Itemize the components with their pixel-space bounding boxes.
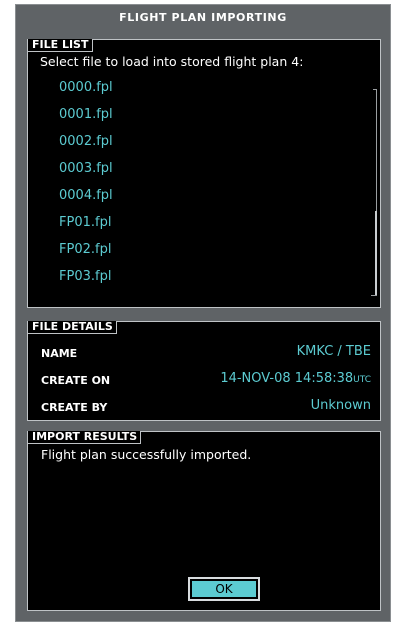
create-on-value: 14-NOV-08 14:58:38UTC (220, 371, 371, 386)
file-item-0002[interactable]: 0002.fpl (59, 134, 113, 149)
window-title: FLIGHT PLAN IMPORTING (119, 11, 287, 24)
create-by-value: Unknown (310, 398, 371, 413)
import-results-panel: IMPORT RESULTS Flight plan successfully … (27, 431, 381, 611)
ok-button[interactable]: OK (188, 577, 260, 601)
file-item-0000[interactable]: 0000.fpl (59, 80, 113, 95)
file-list-panel: FILE LIST Select file to load into store… (27, 39, 381, 308)
create-by-label: CREATE BY (41, 401, 108, 414)
file-details-label: FILE DETAILS (28, 321, 117, 334)
create-on-datetime: 14-NOV-08 14:58:38 (220, 371, 354, 386)
file-list-scroll-thumb[interactable] (375, 211, 377, 295)
name-value: KMKC / TBE (296, 344, 371, 359)
file-item-0004[interactable]: 0004.fpl (59, 188, 113, 203)
import-status-message: Flight plan successfully imported. (41, 447, 252, 462)
file-item-0001[interactable]: 0001.fpl (59, 107, 113, 122)
file-item-fp03[interactable]: FP03.fpl (59, 269, 111, 284)
file-item-fp02[interactable]: FP02.fpl (59, 242, 111, 257)
import-results-label: IMPORT RESULTS (28, 431, 142, 444)
name-label: NAME (41, 347, 78, 360)
file-list-label: FILE LIST (28, 39, 93, 52)
file-details-panel: FILE DETAILS NAME KMKC / TBE CREATE ON 1… (27, 321, 381, 421)
ok-button-label: OK (192, 581, 256, 597)
create-on-timezone: UTC (353, 375, 371, 385)
file-item-0003[interactable]: 0003.fpl (59, 161, 113, 176)
file-item-fp01[interactable]: FP01.fpl (59, 215, 111, 230)
create-on-label: CREATE ON (41, 374, 111, 387)
file-select-prompt: Select file to load into stored flight p… (40, 54, 304, 69)
file-list-scroll-end (371, 295, 377, 296)
flight-plan-importing-window: FLIGHT PLAN IMPORTING FILE LIST Select f… (15, 4, 391, 622)
